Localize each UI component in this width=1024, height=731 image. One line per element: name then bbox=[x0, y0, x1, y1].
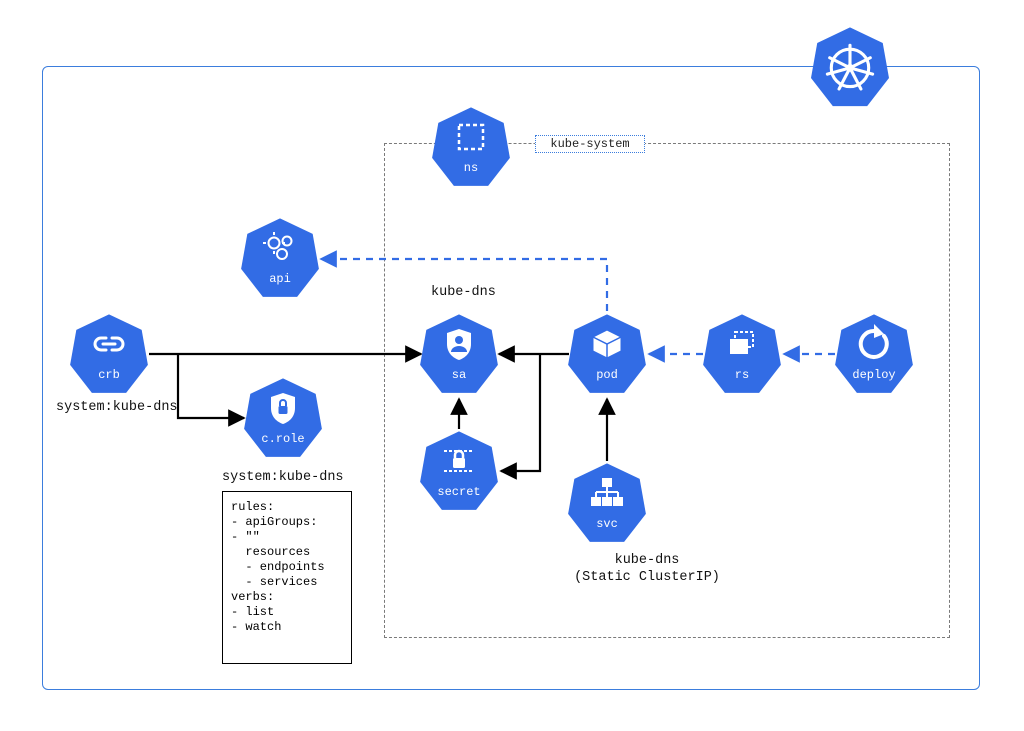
crb-label: system:kube-dns bbox=[56, 400, 178, 415]
node-rs: rs bbox=[703, 312, 781, 396]
namespace-label-box: kube-system bbox=[535, 135, 645, 153]
node-crole-label: c.role bbox=[244, 432, 322, 446]
node-crb: crb bbox=[70, 312, 148, 396]
shield-lock-icon bbox=[244, 384, 322, 432]
namespace-label: kube-system bbox=[550, 137, 629, 151]
node-crole: c.role bbox=[244, 376, 322, 460]
node-deploy: deploy bbox=[835, 312, 913, 396]
secret-icon bbox=[420, 437, 498, 485]
namespace-icon bbox=[432, 113, 510, 161]
node-pod: pod bbox=[568, 312, 646, 396]
node-crb-label: crb bbox=[70, 368, 148, 382]
link-icon bbox=[70, 320, 148, 368]
refresh-icon bbox=[835, 320, 913, 368]
service-icon bbox=[568, 469, 646, 517]
crole-header: system:kube-dns bbox=[222, 470, 344, 485]
node-api: api bbox=[241, 216, 319, 300]
node-svc: svc bbox=[568, 461, 646, 545]
node-secret-label: secret bbox=[420, 485, 498, 499]
node-svc-label: svc bbox=[568, 517, 646, 531]
svc-label-1: kube-dns bbox=[577, 553, 717, 568]
node-rs-label: rs bbox=[703, 368, 781, 382]
node-ns-label: ns bbox=[432, 161, 510, 175]
node-ns: ns bbox=[432, 105, 510, 189]
node-sa: sa bbox=[420, 312, 498, 396]
kubernetes-logo bbox=[811, 25, 889, 109]
shield-user-icon bbox=[420, 320, 498, 368]
rules-box: rules: - apiGroups: - "" resources - end… bbox=[222, 491, 352, 664]
node-pod-label: pod bbox=[568, 368, 646, 382]
node-secret: secret bbox=[420, 429, 498, 513]
kube-dns-header: kube-dns bbox=[431, 285, 496, 300]
replicaset-icon bbox=[703, 320, 781, 368]
node-api-label: api bbox=[241, 272, 319, 286]
cube-icon bbox=[568, 320, 646, 368]
node-sa-label: sa bbox=[420, 368, 498, 382]
svc-label-2: (Static ClusterIP) bbox=[542, 570, 752, 585]
node-deploy-label: deploy bbox=[835, 368, 913, 382]
gear-icon bbox=[241, 224, 319, 272]
